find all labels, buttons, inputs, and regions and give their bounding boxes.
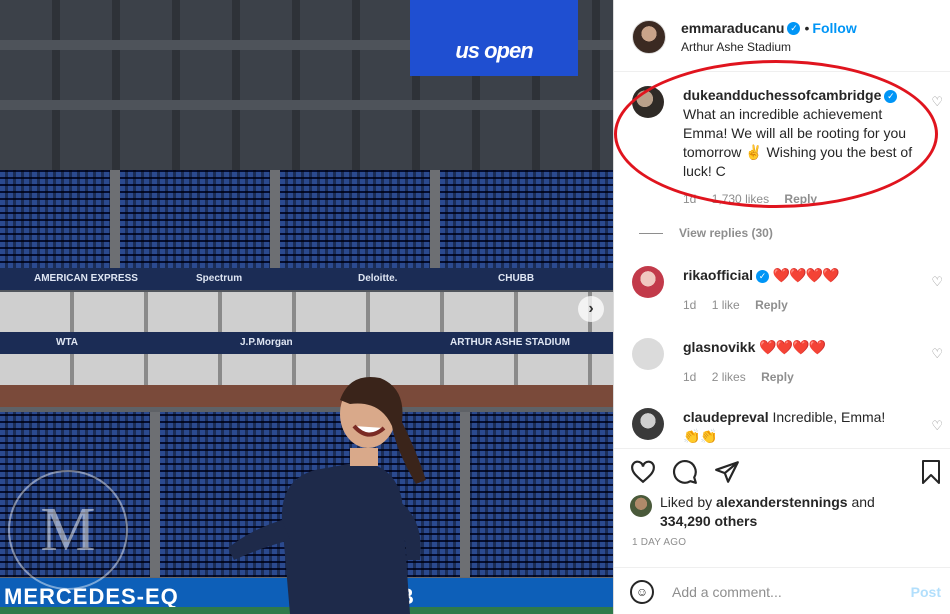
comment-icon[interactable]	[672, 459, 698, 485]
sponsor-amex: AMERICAN EXPRESS	[34, 273, 138, 284]
player-figure	[228, 376, 426, 614]
reply-button[interactable]: Reply	[755, 298, 788, 312]
comment-input[interactable]	[672, 580, 892, 604]
next-photo-button[interactable]: ›	[578, 296, 604, 322]
comment-age: 1d	[683, 298, 697, 312]
comment-meta: 1d 2 likes Reply	[683, 370, 806, 384]
watermark-logo: M	[8, 470, 128, 590]
verified-icon: ✓	[756, 269, 770, 283]
heart-icon[interactable]: ♡	[931, 94, 943, 110]
liked-by-prefix: Liked by	[660, 494, 713, 510]
comment-meta: 1d 1 like Reply	[683, 298, 800, 312]
post-actions: Liked by alexanderstennings and 334,290 …	[614, 448, 950, 614]
avatar[interactable]	[632, 20, 666, 54]
sponsor-chubb: CHUBB	[498, 273, 535, 284]
aisle	[270, 170, 280, 270]
post-sidebar: emmaraducanu ✓ • Follow Arthur Ashe Stadium…	[613, 0, 950, 614]
verified-icon: ✓	[884, 89, 898, 103]
post-time: 1 DAY AGO	[632, 537, 687, 548]
comment-username[interactable]: rikaofficial	[683, 267, 753, 283]
comment-username[interactable]: dukeandduchessofcambridge	[683, 87, 881, 103]
scoreboard-text: us open	[455, 38, 533, 63]
sponsor-band: AMERICAN EXPRESS Spectrum Deloitte. CHUB…	[0, 268, 613, 290]
aisle	[110, 170, 120, 270]
sponsor-band-lower: WTA J.P.Morgan ARTHUR ASHE STADIUM	[0, 332, 613, 354]
follow-button[interactable]: Follow	[812, 20, 856, 36]
avatar[interactable]	[632, 338, 664, 370]
post-header: emmaraducanu ✓ • Follow Arthur Ashe Stadium	[614, 0, 950, 72]
comment-likes[interactable]: 2 likes	[712, 370, 746, 384]
avatar[interactable]	[632, 408, 664, 440]
likes-count[interactable]: 334,290 others	[660, 513, 757, 529]
roof-beam	[0, 100, 613, 110]
upper-seats	[0, 170, 613, 270]
sponsor-deloitte: Deloitte.	[358, 273, 398, 284]
liked-by-and: and	[851, 494, 875, 510]
sponsor-jpmorgan: J.P.Morgan	[240, 337, 293, 348]
location-link[interactable]: Arthur Ashe Stadium	[681, 40, 791, 54]
comment-body: claudepreval Incredible, Emma! 👏👏	[683, 408, 903, 446]
header-user: emmaraducanu ✓ • Follow	[681, 20, 857, 38]
avatar[interactable]	[632, 86, 664, 118]
author-username[interactable]: emmaraducanu	[681, 20, 784, 36]
heart-icon[interactable]	[630, 459, 656, 485]
heart-icon[interactable]: ♡	[931, 274, 943, 290]
chevron-right-icon: ›	[588, 300, 594, 317]
aisle	[460, 412, 470, 577]
heart-icon[interactable]: ♡	[931, 418, 943, 434]
liked-by-user[interactable]: alexanderstennings	[716, 494, 848, 510]
comment-username[interactable]: claudepreval	[683, 409, 769, 425]
comment-age: 1d	[683, 370, 697, 384]
avatar[interactable]	[630, 495, 652, 517]
banner-text: MERCEDES-EQ	[4, 584, 179, 609]
comment-likes[interactable]: 1,730 likes	[712, 192, 769, 206]
comment-username[interactable]: glasnovikk	[683, 339, 755, 355]
reply-button[interactable]: Reply	[761, 370, 794, 384]
comment-text: What an incredible achievement Emma! We …	[683, 106, 913, 179]
comment-body: rikaofficial ✓ ❤️❤️❤️❤️	[683, 266, 840, 285]
verified-icon: ✓	[787, 22, 801, 36]
post-photo[interactable]: us open AMERICAN EXPRESS Spectrum Deloit…	[0, 0, 613, 614]
reply-button[interactable]: Reply	[784, 192, 817, 206]
liked-by: Liked by alexanderstennings and 334,290 …	[660, 493, 875, 531]
avatar[interactable]	[632, 266, 664, 298]
aisle	[430, 170, 440, 270]
view-replies-button[interactable]: View replies (30)	[679, 226, 773, 240]
separator-dot: •	[804, 20, 810, 36]
post-button[interactable]: Post	[911, 584, 941, 600]
comment-meta: 1d 1,730 likes Reply	[683, 192, 829, 206]
comment-body: dukeandduchessofcambridge ✓ What an incre…	[683, 86, 923, 181]
comment-likes[interactable]: 1 like	[712, 298, 740, 312]
emoji-icon[interactable]: ☺	[630, 580, 654, 604]
add-comment-bar: ☺ Post	[614, 567, 950, 614]
sponsor-wta: WTA	[56, 337, 79, 348]
comment-text: ❤️❤️❤️❤️	[772, 267, 840, 283]
comment-text: ❤️❤️❤️❤️	[759, 339, 826, 355]
share-icon[interactable]	[714, 459, 740, 485]
stadium-name: ARTHUR ASHE STADIUM	[450, 337, 570, 348]
aisle	[150, 412, 160, 577]
bookmark-icon[interactable]	[919, 459, 943, 485]
comment-age: 1d	[683, 192, 697, 206]
heart-icon[interactable]: ♡	[931, 346, 943, 362]
comment-body: glasnovikk ❤️❤️❤️❤️	[683, 338, 826, 357]
sponsor-spectrum: Spectrum	[196, 273, 243, 284]
suites-row	[0, 292, 613, 332]
us-open-scoreboard: us open	[410, 0, 578, 76]
